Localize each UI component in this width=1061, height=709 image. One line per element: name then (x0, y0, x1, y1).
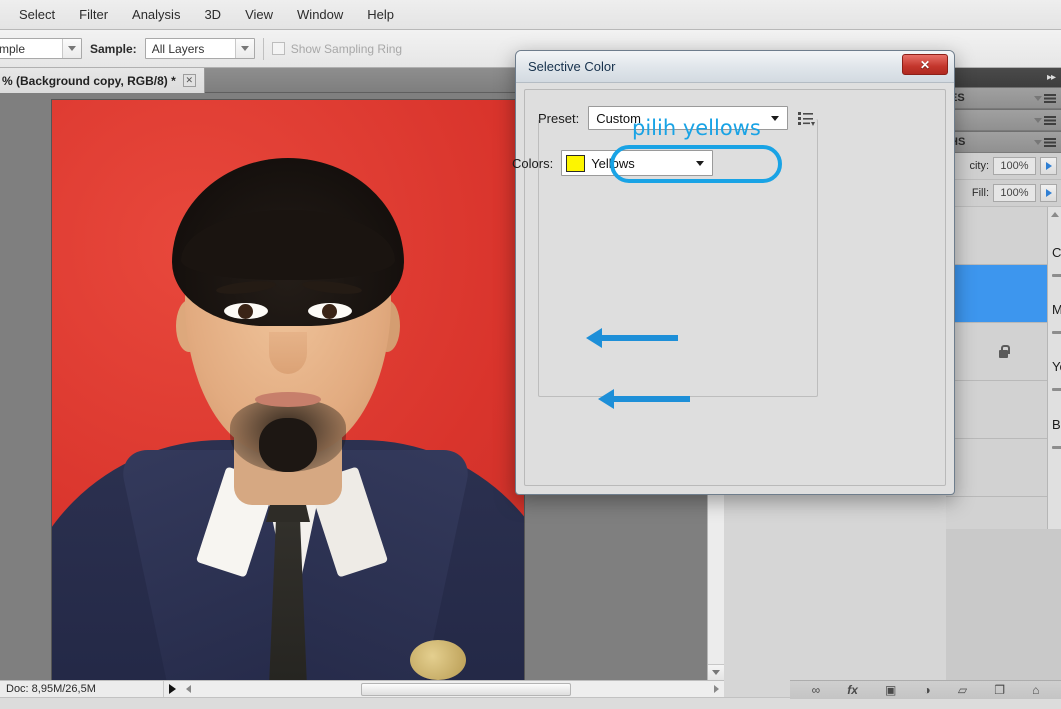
close-icon[interactable]: ✕ (902, 54, 948, 75)
layer-style-fx-icon[interactable]: fx (847, 683, 858, 697)
scroll-right-icon[interactable] (708, 682, 724, 697)
fill-stepper-icon[interactable] (1040, 184, 1057, 202)
menu-item-filter[interactable]: Filter (68, 3, 119, 26)
opacity-row: city: 100% (946, 153, 1061, 180)
menu-item-window[interactable]: Window (286, 3, 354, 26)
scroll-up-icon[interactable] (1048, 207, 1061, 221)
scroll-left-icon[interactable] (180, 682, 196, 697)
layer-list[interactable] (946, 207, 1061, 529)
slider-black: Black: -65 % (1052, 411, 1061, 449)
photo-badge (410, 640, 466, 680)
cyan-slider-track[interactable] (1052, 274, 1061, 277)
panel-header-paths[interactable]: HS (946, 131, 1061, 153)
right-panel-dock: ▸▸ ES HS city: 100% Fill: 100% (946, 68, 1061, 680)
show-sampling-ring-checkbox[interactable]: Show Sampling Ring (271, 41, 403, 56)
sample-value: All Layers (151, 41, 205, 56)
opacity-stepper-icon[interactable] (1040, 157, 1057, 175)
collapse-panels-button[interactable]: ▸▸ (946, 68, 1061, 87)
layer-row[interactable] (946, 381, 1061, 439)
menu-bar: Select Filter Analysis 3D View Window He… (0, 0, 1061, 30)
panel-menu-icon[interactable] (1034, 115, 1056, 125)
status-bar: Doc: 8,95M/26,5M (0, 680, 180, 697)
magenta-label: Magenta: (1052, 301, 1061, 317)
magenta-slider-track[interactable] (1052, 331, 1061, 334)
menu-item-analysis[interactable]: Analysis (121, 3, 191, 26)
colors-label: Colors: (512, 155, 554, 171)
panel-menu-icon[interactable] (1034, 137, 1056, 147)
menu-item-view[interactable]: View (234, 3, 284, 26)
layer-row[interactable] (946, 439, 1061, 497)
chevron-down-icon (62, 39, 81, 58)
fill-label: Fill: (971, 187, 989, 199)
portrait-photo[interactable] (52, 100, 524, 680)
annotation-arrow-yellow (586, 328, 678, 348)
menu-item-3d[interactable]: 3D (193, 3, 232, 26)
double-chevron-right-icon: ▸▸ (1046, 72, 1056, 83)
cyan-label: Cyan: (1052, 244, 1061, 260)
photo-pupil-left (238, 304, 253, 319)
lock-icon (997, 344, 1010, 359)
status-menu-icon[interactable] (163, 681, 180, 697)
panel-header-adjustments[interactable] (946, 109, 1061, 131)
checkbox-icon (271, 42, 285, 55)
layer-row[interactable] (946, 207, 1061, 265)
black-slider-track[interactable] (1052, 446, 1061, 449)
yellow-label: Yellow: (1052, 358, 1061, 374)
document-tab[interactable]: % (Background copy, RGB/8) * ✕ (0, 68, 205, 93)
yellow-slider-track[interactable] (1052, 388, 1061, 391)
menu-item-help[interactable]: Help (356, 3, 405, 26)
sample-label: Sample: (90, 41, 137, 56)
panel-header-styles[interactable]: ES (946, 87, 1061, 109)
photo-pupil-right (322, 304, 337, 319)
opacity-input[interactable]: 100% (993, 157, 1036, 175)
document-size-status: Doc: 8,95M/26,5M (6, 683, 96, 695)
sample-dropdown[interactable]: All Layers (144, 38, 255, 59)
yellow-swatch-icon (566, 154, 586, 172)
link-layers-icon[interactable]: ∞ (812, 683, 821, 697)
annotation-text: pilih yellows (632, 116, 761, 140)
slider-cyan: Cyan: 0 % (1052, 239, 1061, 277)
layers-panel-toolbar: ∞ fx ▣ ◑ ▱ ❐ ⌂ (790, 680, 1061, 699)
toolbar-divider (262, 37, 264, 60)
canvas-horizontal-scrollbar[interactable] (180, 680, 724, 697)
annotation-highlight-ring (610, 145, 782, 183)
scrollbar-track[interactable] (196, 682, 708, 697)
document-tab-title: % (Background copy, RGB/8) * (2, 73, 176, 88)
fill-row: Fill: 100% (946, 180, 1061, 207)
sample-size-value: mple (0, 41, 26, 56)
dialog-title: Selective Color (528, 59, 616, 74)
layer-row-selected[interactable] (946, 265, 1061, 323)
scroll-down-icon[interactable] (708, 664, 724, 680)
slider-magenta: Magenta: 0 % (1052, 296, 1061, 334)
black-label: Black: (1052, 416, 1061, 432)
photo-nose (269, 332, 307, 374)
adjustment-layer-icon[interactable]: ◑ (924, 683, 931, 697)
dialog-title-bar[interactable]: Selective Color ✕ (516, 51, 954, 83)
photoshop-window: Select Filter Analysis 3D View Window He… (0, 0, 1061, 709)
add-layer-mask-icon[interactable]: ▣ (885, 683, 896, 697)
sample-size-dropdown[interactable]: mple (0, 38, 82, 59)
new-group-icon[interactable]: ▱ (958, 683, 967, 697)
chevron-down-icon (234, 39, 254, 58)
scrollbar-thumb[interactable] (361, 682, 571, 696)
menu-item-select[interactable]: Select (8, 3, 66, 26)
show-sampling-ring-label: Show Sampling Ring (290, 41, 403, 56)
photo-mouth (255, 392, 321, 407)
annotation-arrow-black (598, 389, 690, 409)
slider-yellow: Yellow: -78 % (1052, 353, 1061, 391)
close-icon[interactable]: ✕ (182, 74, 196, 87)
new-layer-icon[interactable]: ❐ (994, 683, 1005, 697)
layers-panel-body: city: 100% Fill: 100% (946, 153, 1061, 529)
delete-layer-icon[interactable]: ⌂ (1032, 683, 1039, 697)
layer-row-locked[interactable] (946, 323, 1061, 381)
fill-input[interactable]: 100% (993, 184, 1036, 202)
panel-menu-icon[interactable] (1034, 93, 1056, 103)
photo-goatee (259, 418, 317, 472)
opacity-label: city: (969, 160, 989, 172)
